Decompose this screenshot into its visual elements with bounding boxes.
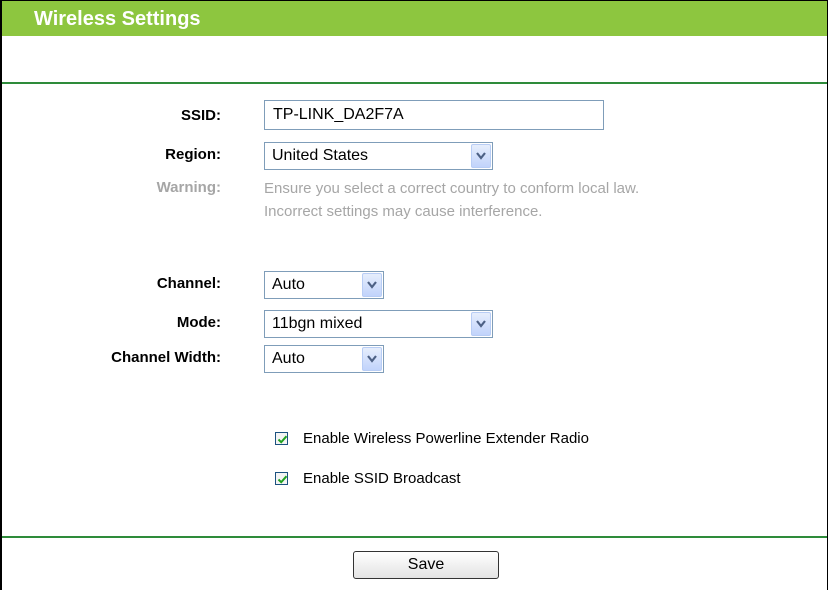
warning-text-line2: Incorrect settings may cause interferenc… <box>264 203 543 220</box>
top-divider <box>2 82 827 84</box>
save-button[interactable]: Save <box>353 551 499 579</box>
checkmark-icon <box>277 475 288 484</box>
extender-radio-label: Enable Wireless Powerline Extender Radio <box>303 430 589 447</box>
chevron-down-icon[interactable] <box>471 144 491 168</box>
warning-text-line1: Ensure you select a correct country to c… <box>264 180 640 197</box>
checkmark-icon <box>277 435 288 444</box>
mode-select[interactable]: 11bgn mixed <box>264 310 493 338</box>
ssid-input[interactable] <box>264 100 604 130</box>
channel-width-label: Channel Width: <box>111 349 221 366</box>
channel-width-select[interactable]: Auto <box>264 345 384 373</box>
ssid-label: SSID: <box>180 107 221 124</box>
region-select[interactable]: United States <box>264 142 493 170</box>
ssid-broadcast-label: Enable SSID Broadcast <box>303 470 461 487</box>
channel-width-select-value: Auto <box>272 350 305 367</box>
title-bar: Wireless Settings <box>2 1 827 36</box>
region-select-value: United States <box>272 147 369 164</box>
ssid-broadcast-checkbox[interactable] <box>275 472 288 485</box>
settings-frame <box>0 0 828 590</box>
mode-select-value: 11bgn mixed <box>272 315 363 332</box>
region-label: Region: <box>165 146 221 163</box>
chevron-down-icon[interactable] <box>362 347 382 371</box>
channel-select[interactable]: Auto <box>264 271 384 299</box>
bottom-divider <box>2 536 827 538</box>
extender-radio-checkbox[interactable] <box>275 432 288 445</box>
chevron-down-icon[interactable] <box>362 273 382 297</box>
channel-label: Channel: <box>156 275 221 292</box>
warning-label: Warning: <box>156 179 221 196</box>
mode-label: Mode: <box>176 314 221 331</box>
chevron-down-icon[interactable] <box>471 312 491 336</box>
page-title: Wireless Settings <box>34 8 201 30</box>
channel-select-value: Auto <box>272 276 305 293</box>
